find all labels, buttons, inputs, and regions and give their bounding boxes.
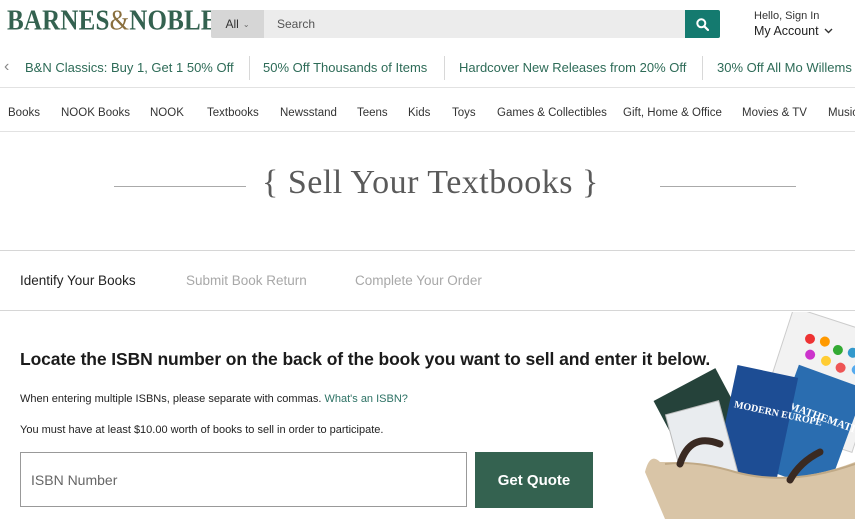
promo-link[interactable]: 50% Off Thousands of Items (263, 60, 427, 75)
chevron-down-icon (824, 28, 833, 34)
get-quote-button[interactable]: Get Quote (475, 452, 593, 508)
search-input[interactable] (277, 10, 677, 38)
divider (702, 56, 703, 80)
divider (249, 56, 250, 80)
nav-item-toys[interactable]: Toys (452, 107, 476, 119)
promo-bar: ‹ B&N Classics: Buy 1, Get 1 50% Off 50%… (0, 48, 855, 88)
isbn-help-link[interactable]: What's an ISBN? (324, 393, 407, 405)
nav-item-music[interactable]: Music (828, 107, 855, 119)
page-title-area: { Sell Your Textbooks } (0, 160, 855, 216)
category-nav: Books NOOK Books NOOK Textbooks Newsstan… (0, 88, 855, 132)
search-category-select[interactable]: All ⌄ (211, 10, 264, 38)
divider (444, 56, 445, 80)
site-header: BARNES&NOBLE All ⌄ Hello, Sign In My Acc… (0, 0, 855, 48)
nav-item-movies-tv[interactable]: Movies & TV (742, 107, 807, 119)
logo[interactable]: BARNES&NOBLE (7, 6, 218, 37)
search-bar: All ⌄ (211, 10, 720, 38)
instructions-heading: Locate the ISBN number on the back of th… (20, 349, 711, 369)
search-category-label: All (225, 17, 239, 31)
page-title: { Sell Your Textbooks } (262, 164, 599, 201)
promo-link[interactable]: 30% Off All Mo Willems (717, 60, 852, 75)
search-icon (696, 17, 709, 31)
instructions-minimum: You must have at least $10.00 worth of b… (20, 424, 384, 436)
nav-item-kids[interactable]: Kids (408, 107, 430, 119)
account-label: My Account (754, 24, 819, 38)
logo-text-end: NOBLE (129, 6, 218, 37)
search-button[interactable] (685, 10, 720, 38)
account-greeting: Hello, Sign In (754, 10, 820, 22)
step-submit-return: Submit Book Return (186, 273, 307, 288)
nav-item-newsstand[interactable]: Newsstand (280, 107, 337, 119)
account-menu[interactable]: Hello, Sign In My Account (754, 10, 833, 38)
nav-item-gift-home-office[interactable]: Gift, Home & Office (623, 107, 722, 119)
nav-item-nook[interactable]: NOOK (150, 107, 184, 119)
note-text: When entering multiple ISBNs, please sep… (20, 393, 322, 405)
title-rule-left (114, 186, 246, 187)
nav-item-nook-books[interactable]: NOOK Books (61, 107, 130, 119)
promo-link[interactable]: B&N Classics: Buy 1, Get 1 50% Off (25, 60, 234, 75)
nav-item-teens[interactable]: Teens (357, 107, 388, 119)
progress-steps: Identify Your Books Submit Book Return C… (0, 250, 855, 311)
nav-item-textbooks[interactable]: Textbooks (207, 107, 259, 119)
logo-text-main: BARNES (7, 6, 110, 37)
step-complete-order: Complete Your Order (355, 273, 482, 288)
nav-item-games[interactable]: Games & Collectibles (497, 107, 607, 119)
book-bag-image: MATHEMATICS MODERN EUROPE (645, 312, 855, 519)
title-rule-right (660, 186, 796, 187)
isbn-input[interactable] (20, 452, 467, 507)
nav-item-books[interactable]: Books (8, 107, 40, 119)
logo-ampersand: & (109, 6, 130, 37)
promo-link[interactable]: Hardcover New Releases from 20% Off (459, 60, 686, 75)
instructions-multiple: When entering multiple ISBNs, please sep… (20, 393, 408, 405)
chevron-down-icon: ⌄ (242, 19, 250, 29)
chevron-left-icon[interactable]: ‹ (4, 58, 9, 76)
step-identify-books[interactable]: Identify Your Books (20, 273, 136, 288)
